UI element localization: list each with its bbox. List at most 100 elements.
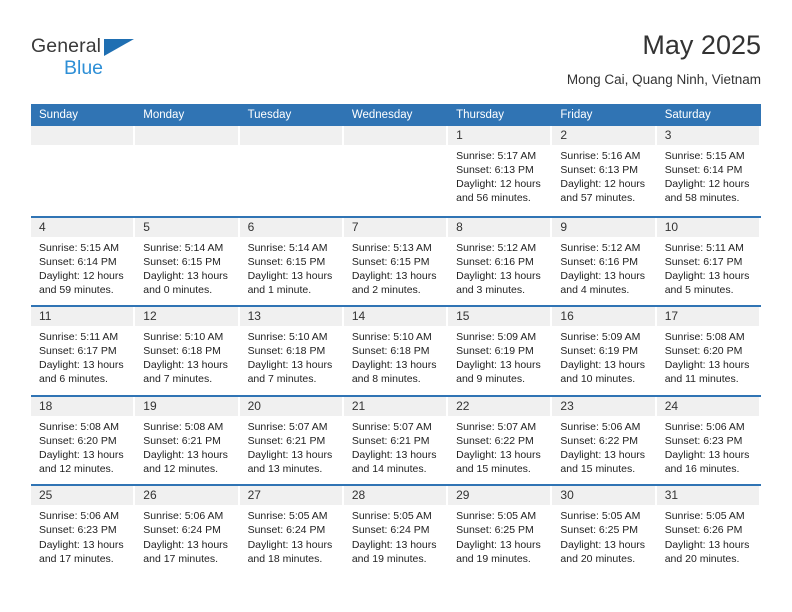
sunset-text: Sunset: 6:21 PM	[143, 434, 221, 447]
day-cell[interactable]: 29 Sunrise: 5:05 AM Sunset: 6:25 PM Dayl…	[448, 486, 552, 574]
day-cell[interactable]: 28 Sunrise: 5:05 AM Sunset: 6:24 PM Dayl…	[343, 486, 448, 574]
day-cell[interactable]: 21 Sunrise: 5:07 AM Sunset: 6:21 PM Dayl…	[343, 396, 448, 485]
day-number: 24	[656, 396, 759, 416]
day-cell[interactable]: 4 Sunrise: 5:15 AM Sunset: 6:14 PM Dayli…	[31, 217, 135, 306]
day-cell[interactable]: 20 Sunrise: 5:07 AM Sunset: 6:21 PM Dayl…	[239, 396, 344, 485]
day-cell[interactable]: 11 Sunrise: 5:11 AM Sunset: 6:17 PM Dayl…	[31, 307, 135, 395]
day-number	[135, 126, 238, 145]
day-number	[239, 126, 342, 145]
sunrise-text: Sunrise: 5:08 AM	[664, 331, 745, 344]
daylight-text: Daylight: 13 hours and 5 minutes.	[664, 269, 750, 296]
daylight-text: Daylight: 12 hours and 56 minutes.	[456, 178, 541, 205]
day-number: 12	[135, 307, 238, 327]
day-details: Sunrise: 5:05 AM Sunset: 6:24 PM Dayligh…	[240, 505, 342, 565]
day-number: 1	[448, 126, 551, 145]
sunset-text: Sunset: 6:15 PM	[247, 255, 326, 268]
day-cell[interactable]: 17 Sunrise: 5:08 AM Sunset: 6:20 PM Dayl…	[656, 307, 761, 395]
day-cell[interactable]: 19 Sunrise: 5:08 AM Sunset: 6:21 PM Dayl…	[135, 396, 239, 485]
day-cell[interactable]: 18 Sunrise: 5:08 AM Sunset: 6:20 PM Dayl…	[31, 396, 135, 485]
day-cell[interactable]: 22 Sunrise: 5:07 AM Sunset: 6:22 PM Dayl…	[448, 396, 552, 485]
day-details: Sunrise: 5:11 AM Sunset: 6:17 PM Dayligh…	[657, 237, 759, 297]
day-number: 2	[552, 126, 655, 145]
day-details: Sunrise: 5:05 AM Sunset: 6:24 PM Dayligh…	[344, 505, 446, 565]
weekday-header-saturday: Saturday	[664, 109, 711, 121]
day-cell[interactable]: 6 Sunrise: 5:14 AM Sunset: 6:15 PM Dayli…	[239, 217, 344, 306]
day-details: Sunrise: 5:06 AM Sunset: 6:23 PM Dayligh…	[31, 505, 133, 565]
day-number: 25	[31, 486, 134, 506]
daylight-text: Daylight: 13 hours and 9 minutes.	[456, 359, 541, 386]
daylight-text: Daylight: 13 hours and 11 minutes.	[664, 359, 750, 386]
day-cell[interactable]: 24 Sunrise: 5:06 AM Sunset: 6:23 PM Dayl…	[656, 396, 761, 485]
day-cell[interactable]: 31 Sunrise: 5:05 AM Sunset: 6:26 PM Dayl…	[656, 486, 761, 574]
day-details: Sunrise: 5:08 AM Sunset: 6:21 PM Dayligh…	[135, 416, 237, 476]
day-details: Sunrise: 5:12 AM Sunset: 6:16 PM Dayligh…	[448, 237, 550, 297]
day-cell[interactable]	[343, 126, 448, 216]
day-details: Sunrise: 5:09 AM Sunset: 6:19 PM Dayligh…	[552, 326, 654, 386]
day-cell[interactable]: 7 Sunrise: 5:13 AM Sunset: 6:15 PM Dayli…	[343, 217, 448, 306]
day-cell[interactable]: 15 Sunrise: 5:09 AM Sunset: 6:19 PM Dayl…	[448, 307, 552, 395]
day-cell[interactable]: 5 Sunrise: 5:14 AM Sunset: 6:15 PM Dayli…	[135, 217, 239, 306]
day-cell[interactable]: 9 Sunrise: 5:12 AM Sunset: 6:16 PM Dayli…	[552, 217, 656, 306]
daylight-text: Daylight: 13 hours and 15 minutes.	[560, 448, 646, 476]
day-cell[interactable]	[135, 126, 239, 216]
day-cell[interactable]: 10 Sunrise: 5:11 AM Sunset: 6:17 PM Dayl…	[656, 217, 761, 306]
sunrise-text: Sunrise: 5:13 AM	[351, 241, 432, 254]
daylight-text: Daylight: 13 hours and 15 minutes.	[456, 448, 541, 476]
day-cell[interactable]: 1 Sunrise: 5:17 AM Sunset: 6:13 PM Dayli…	[448, 126, 552, 216]
day-cell[interactable]: 14 Sunrise: 5:10 AM Sunset: 6:18 PM Dayl…	[343, 307, 448, 395]
day-number: 11	[31, 307, 134, 327]
sunset-text: Sunset: 6:18 PM	[143, 345, 221, 358]
sunset-text: Sunset: 6:24 PM	[351, 524, 430, 537]
day-cell[interactable]: 3 Sunrise: 5:15 AM Sunset: 6:14 PM Dayli…	[656, 126, 761, 216]
day-details: Sunrise: 5:06 AM Sunset: 6:22 PM Dayligh…	[552, 416, 654, 476]
day-cell[interactable]: 2 Sunrise: 5:16 AM Sunset: 6:13 PM Dayli…	[552, 126, 656, 216]
day-cell[interactable]: 12 Sunrise: 5:10 AM Sunset: 6:18 PM Dayl…	[135, 307, 239, 395]
daylight-text: Daylight: 13 hours and 7 minutes.	[247, 359, 333, 386]
sunrise-text: Sunrise: 5:06 AM	[664, 420, 745, 433]
weekday-header-thursday: Thursday	[456, 109, 505, 121]
sunrise-text: Sunrise: 5:05 AM	[560, 510, 641, 523]
day-cell[interactable]	[31, 126, 135, 216]
sunrise-text: Sunrise: 5:09 AM	[560, 331, 641, 344]
daylight-text: Daylight: 13 hours and 14 minutes.	[351, 448, 437, 476]
sunrise-text: Sunrise: 5:16 AM	[560, 150, 641, 162]
sunset-text: Sunset: 6:22 PM	[456, 434, 534, 447]
sunset-text: Sunset: 6:18 PM	[351, 345, 430, 358]
daylight-text: Daylight: 13 hours and 1 minute.	[247, 269, 333, 296]
sunrise-text: Sunrise: 5:15 AM	[664, 150, 745, 162]
week-row: 4 Sunrise: 5:15 AM Sunset: 6:14 PM Dayli…	[31, 215, 761, 306]
day-cell[interactable]	[239, 126, 344, 216]
day-cell[interactable]: 27 Sunrise: 5:05 AM Sunset: 6:24 PM Dayl…	[239, 486, 344, 574]
sunrise-text: Sunrise: 5:07 AM	[247, 420, 328, 433]
sunset-text: Sunset: 6:23 PM	[664, 434, 743, 447]
sunrise-text: Sunrise: 5:06 AM	[39, 510, 119, 523]
sunset-text: Sunset: 6:17 PM	[39, 345, 117, 358]
day-cell[interactable]: 8 Sunrise: 5:12 AM Sunset: 6:16 PM Dayli…	[448, 217, 552, 306]
weekday-header-monday: Monday	[143, 109, 185, 121]
sunrise-text: Sunrise: 5:05 AM	[351, 510, 432, 523]
page-header: General Blue May 2025 Mong Cai, Quang Ni…	[31, 28, 761, 96]
page-title: May 2025	[642, 30, 761, 60]
general-blue-logo[interactable]: General Blue	[31, 36, 231, 88]
day-cell[interactable]: 25 Sunrise: 5:06 AM Sunset: 6:23 PM Dayl…	[31, 486, 135, 574]
sunrise-text: Sunrise: 5:06 AM	[560, 420, 641, 433]
day-cell[interactable]: 26 Sunrise: 5:06 AM Sunset: 6:24 PM Dayl…	[135, 486, 239, 574]
day-number: 7	[343, 217, 447, 237]
day-number: 16	[552, 307, 655, 327]
sunset-text: Sunset: 6:14 PM	[664, 164, 743, 177]
daylight-text: Daylight: 13 hours and 17 minutes.	[143, 538, 228, 565]
daylight-text: Daylight: 13 hours and 6 minutes.	[39, 359, 124, 386]
daylight-text: Daylight: 13 hours and 0 minutes.	[143, 269, 228, 296]
day-cell[interactable]: 30 Sunrise: 5:05 AM Sunset: 6:25 PM Dayl…	[552, 486, 656, 574]
day-number: 20	[239, 396, 342, 416]
day-details: Sunrise: 5:06 AM Sunset: 6:23 PM Dayligh…	[657, 416, 759, 476]
sunset-text: Sunset: 6:16 PM	[560, 255, 639, 268]
sunset-text: Sunset: 6:15 PM	[351, 255, 430, 268]
day-cell[interactable]: 13 Sunrise: 5:10 AM Sunset: 6:18 PM Dayl…	[239, 307, 344, 395]
daylight-text: Daylight: 13 hours and 10 minutes.	[560, 359, 646, 386]
day-cell[interactable]: 23 Sunrise: 5:06 AM Sunset: 6:22 PM Dayl…	[552, 396, 656, 485]
day-number: 19	[135, 396, 238, 416]
daylight-text: Daylight: 13 hours and 20 minutes.	[560, 538, 646, 565]
day-number: 13	[239, 307, 342, 327]
day-cell[interactable]: 16 Sunrise: 5:09 AM Sunset: 6:19 PM Dayl…	[552, 307, 656, 395]
